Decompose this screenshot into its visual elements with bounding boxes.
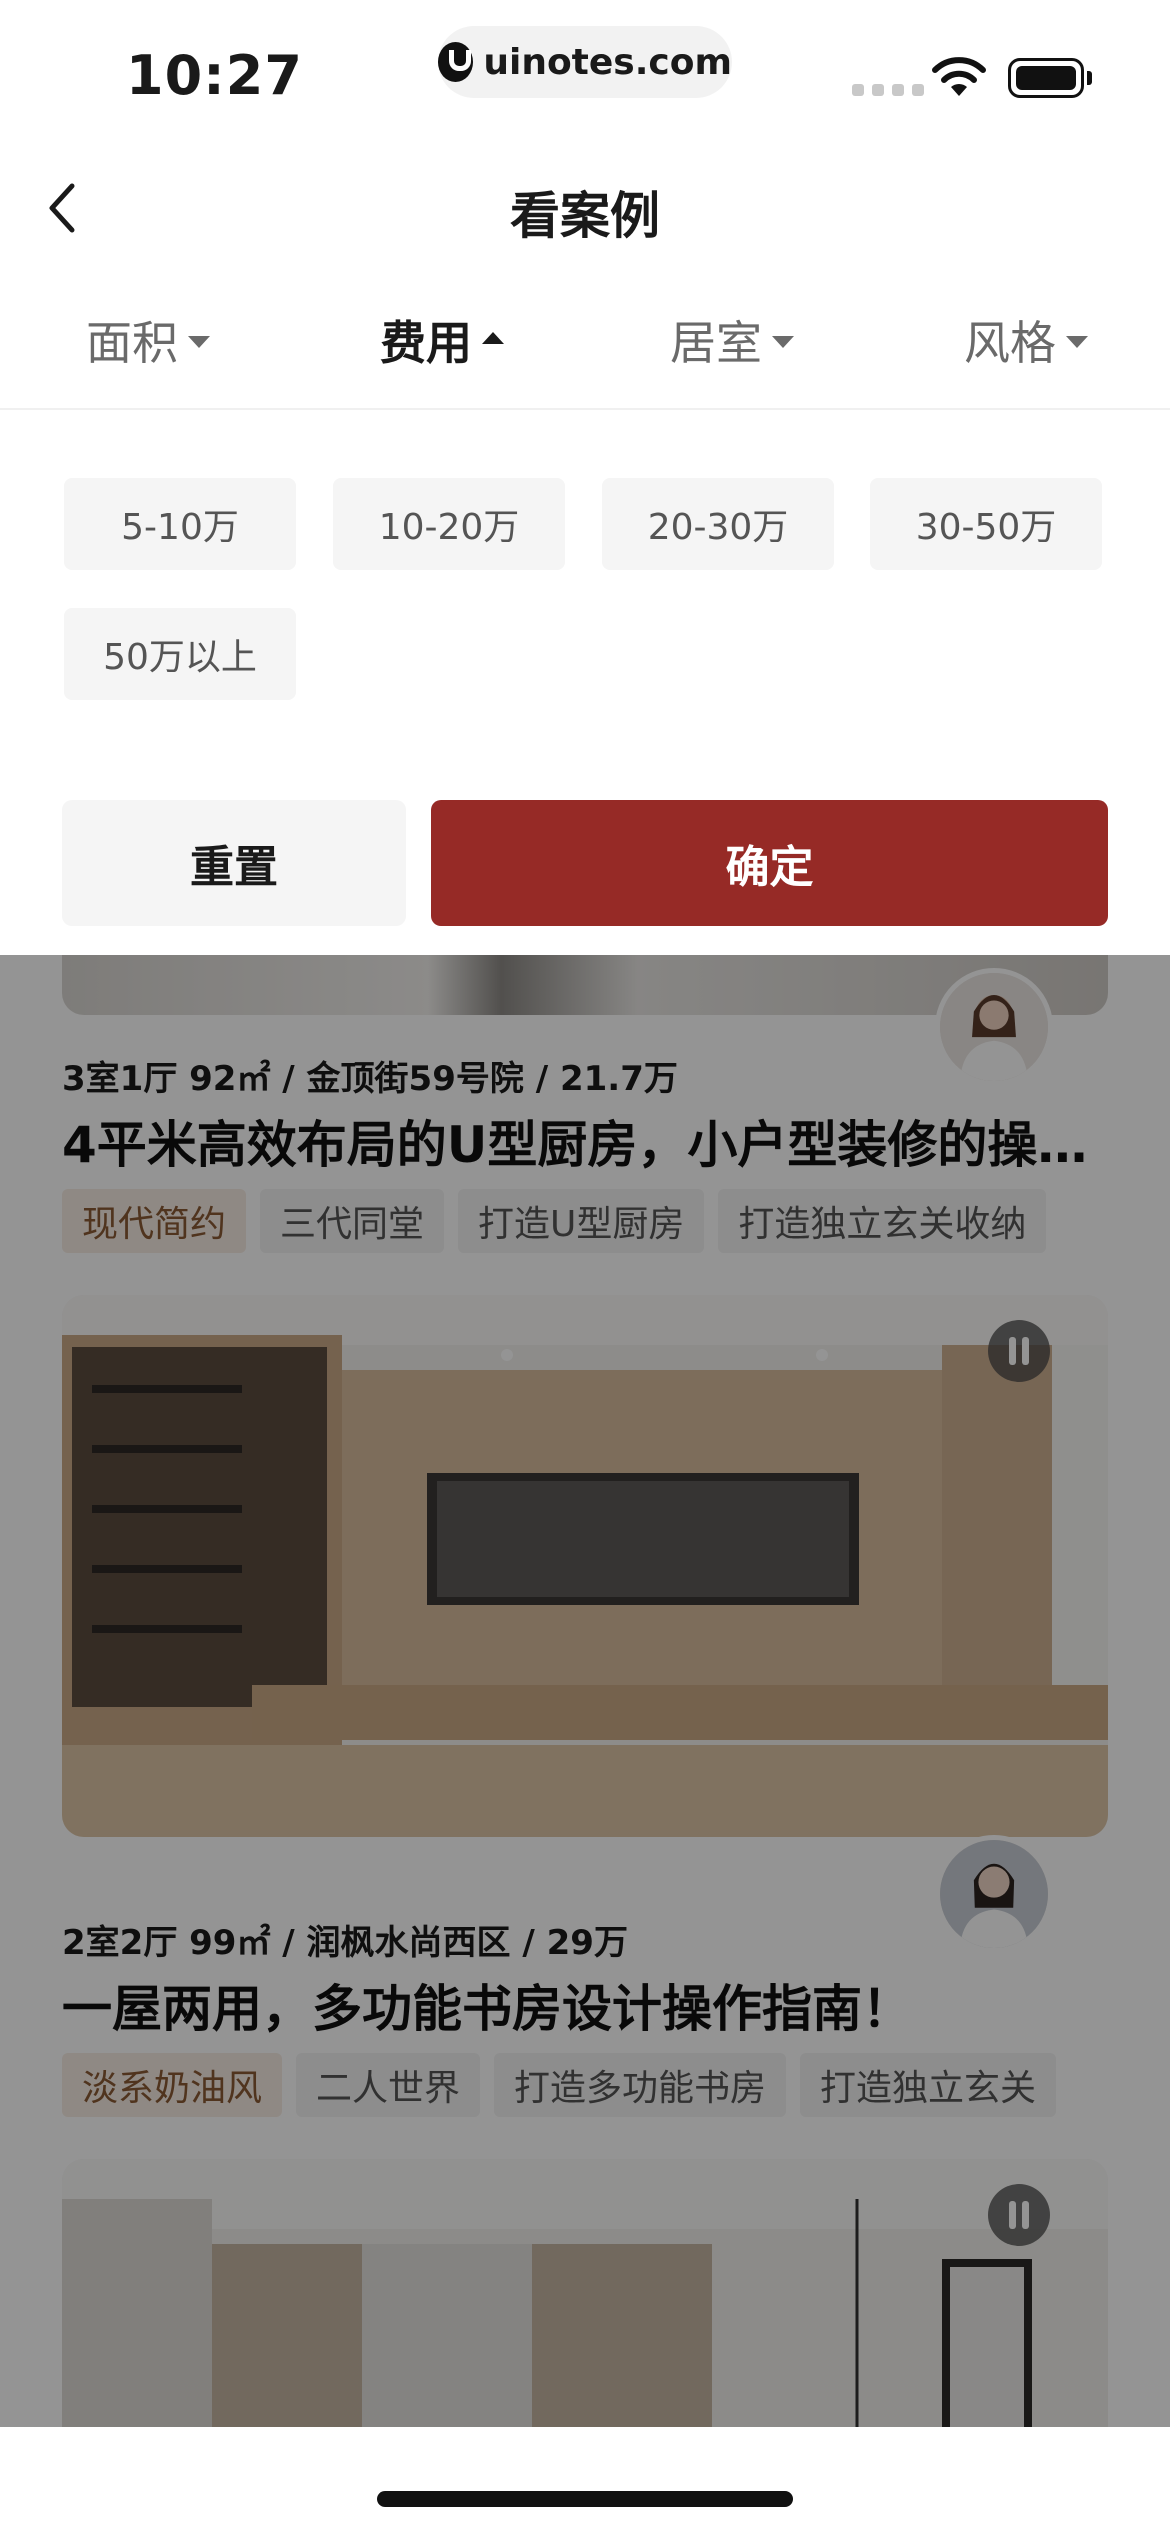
filter-tab-style[interactable]: 风格 <box>964 308 1088 372</box>
cost-filter-panel: 5-10万 10-20万 20-30万 30-50万 50万以上 重置 确定 <box>0 410 1170 955</box>
filter-tab-cost[interactable]: 费用 <box>380 308 504 372</box>
site-logo-icon <box>438 42 474 82</box>
filter-tab-label: 面积 <box>86 316 178 370</box>
url-pill[interactable]: uinotes.com <box>438 26 732 98</box>
cost-option[interactable]: 30-50万 <box>870 478 1102 570</box>
cost-option[interactable]: 50万以上 <box>64 608 296 700</box>
status-bar: 10:27 uinotes.com <box>0 0 1170 140</box>
clock: 10:27 <box>126 44 303 107</box>
cellular-signal-icon <box>852 84 924 96</box>
url-text: uinotes.com <box>483 41 732 83</box>
cost-option[interactable]: 5-10万 <box>64 478 296 570</box>
reset-button[interactable]: 重置 <box>62 800 406 926</box>
home-area <box>0 2427 1170 2532</box>
caret-down-icon <box>772 336 794 348</box>
nav-bar: 看案例 <box>0 140 1170 270</box>
filter-tabs: 面积 费用 居室 风格 <box>0 270 1170 410</box>
filter-tab-label: 费用 <box>380 316 472 370</box>
caret-down-icon <box>188 336 210 348</box>
page-title: 看案例 <box>510 187 660 245</box>
confirm-button[interactable]: 确定 <box>431 800 1108 926</box>
cost-option[interactable]: 20-30万 <box>602 478 834 570</box>
caret-up-icon <box>482 332 504 344</box>
home-indicator[interactable] <box>377 2491 793 2507</box>
caret-down-icon <box>1066 336 1088 348</box>
cost-option[interactable]: 10-20万 <box>333 478 565 570</box>
filter-tab-rooms[interactable]: 居室 <box>670 308 794 372</box>
dim-overlay[interactable] <box>0 955 1170 2427</box>
filter-tab-area[interactable]: 面积 <box>86 308 210 372</box>
battery-icon <box>1008 58 1092 98</box>
filter-tab-label: 风格 <box>964 316 1056 370</box>
wifi-icon <box>932 57 986 96</box>
filter-tab-label: 居室 <box>670 316 762 370</box>
